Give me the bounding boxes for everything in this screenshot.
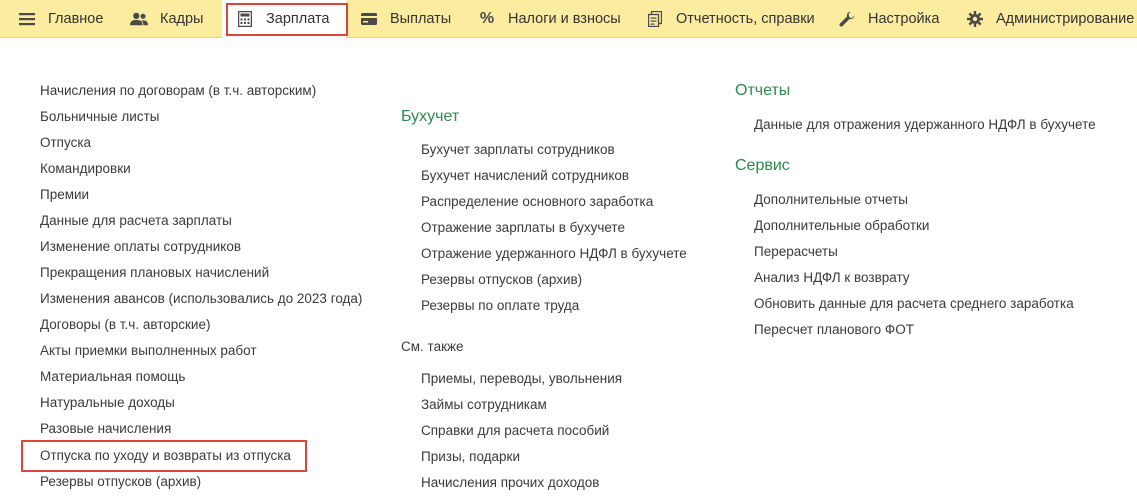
nav-item-glavnoe[interactable]: Главное: [18, 0, 103, 38]
nav-label: Настройка: [868, 11, 940, 27]
link-prekrascheniya-nachisleniy[interactable]: Прекращения плановых начислений: [40, 264, 269, 282]
gear-icon: [966, 10, 984, 28]
nav-label: Отчетность, справки: [676, 11, 815, 27]
see-also-title: См. также: [401, 339, 464, 354]
users-icon: [130, 10, 148, 28]
link-dogovory[interactable]: Договоры (в т.ч. авторские): [40, 316, 210, 334]
link-izmeneniya-avansov[interactable]: Изменения авансов (использовались до 202…: [40, 290, 362, 308]
link-priemy-perevody[interactable]: Приемы, переводы, увольнения: [421, 370, 622, 388]
nav-item-nalogi[interactable]: % Налоги и взносы: [478, 0, 621, 38]
nav-item-vyplaty[interactable]: Выплаты: [360, 0, 451, 38]
link-rezervy-otpuskov[interactable]: Резервы отпусков (архив): [421, 271, 582, 289]
link-akty-priemki[interactable]: Акты приемки выполненных работ: [40, 342, 257, 360]
link-dop-otchety[interactable]: Дополнительные отчеты: [754, 191, 908, 209]
top-nav-bar: Главное Кадры Зарплата Выплаты % Налоги …: [0, 0, 1137, 38]
link-pereraschety[interactable]: Перерасчеты: [754, 243, 838, 261]
nav-item-kadry[interactable]: Кадры: [130, 0, 203, 38]
section-title-buhuchet: Бухучет: [401, 108, 460, 125]
link-izmenenie-oplaty[interactable]: Изменение оплаты сотрудников: [40, 238, 241, 256]
link-premii[interactable]: Премии: [40, 186, 89, 204]
link-spravki-posobiy[interactable]: Справки для расчета пособий: [421, 422, 609, 440]
nav-item-nastroyka[interactable]: Настройка: [838, 0, 939, 38]
documents-icon: [646, 10, 664, 28]
link-otrazhenie-zarplaty[interactable]: Отражение зарплаты в бухучете: [421, 219, 625, 237]
link-naturalnye-dohody[interactable]: Натуральные доходы: [40, 394, 175, 412]
link-otrazhenie-ndfl[interactable]: Отражение удержанного НДФЛ в бухучете: [421, 245, 687, 263]
nav-label: Выплаты: [390, 11, 452, 27]
link-buhuchet-zarplaty[interactable]: Бухучет зарплаты сотрудников: [421, 141, 615, 159]
nav-item-zarplata[interactable]: Зарплата: [222, 0, 346, 38]
nav-label: Зарплата: [266, 11, 330, 27]
link-dop-obrabotki[interactable]: Дополнительные обработки: [754, 217, 929, 235]
nav-label: Администрирование: [996, 11, 1135, 27]
nav-label: Налоги и взносы: [508, 11, 621, 27]
link-pereschet-fot[interactable]: Пересчет планового ФОТ: [754, 321, 914, 339]
link-dannye-dlya-rascheta[interactable]: Данные для расчета зарплаты: [40, 212, 232, 230]
link-otpuska-po-uhodu[interactable]: Отпуска по уходу и возвраты из отпуска: [40, 447, 291, 465]
link-analiz-ndfl[interactable]: Анализ НДФЛ к возврату: [754, 269, 910, 287]
link-materialnaya-pomosch[interactable]: Материальная помощь: [40, 368, 185, 386]
nav-label: Кадры: [160, 11, 204, 27]
link-otpuska[interactable]: Отпуска: [40, 134, 91, 152]
calculator-icon: [236, 10, 254, 28]
link-zaymy[interactable]: Займы сотрудникам: [421, 396, 547, 414]
card-icon: [360, 10, 378, 28]
link-rezervy-po-oplate[interactable]: Резервы по оплате труда: [421, 297, 579, 315]
link-rezervy-otpuskov-arhiv[interactable]: Резервы отпусков (архив): [40, 473, 201, 491]
percent-icon: %: [479, 10, 495, 27]
menu-icon: [18, 10, 36, 28]
link-buhuchet-nachisleniy[interactable]: Бухучет начислений сотрудников: [421, 167, 629, 185]
nav-item-otchetnost[interactable]: Отчетность, справки: [646, 0, 815, 38]
section-title-otchety: Отчеты: [735, 82, 791, 99]
nav-item-administrirovanie[interactable]: Администрирование: [966, 0, 1134, 38]
wrench-icon: [838, 10, 856, 28]
link-nachisleniya-po-dogovoram[interactable]: Начисления по договорам (в т.ч. авторски…: [40, 82, 316, 100]
link-prizy-podarki[interactable]: Призы, подарки: [421, 448, 520, 466]
link-razovye-nachisleniya[interactable]: Разовые начисления: [40, 420, 171, 438]
section-title-servis: Сервис: [735, 157, 790, 174]
link-dannye-ndfl-buhuchet[interactable]: Данные для отражения удержанного НДФЛ в …: [754, 116, 1096, 134]
link-bolnichnye-listy[interactable]: Больничные листы: [40, 108, 159, 126]
nav-label: Главное: [48, 11, 104, 27]
link-raspredelenie-zarabotka[interactable]: Распределение основного заработка: [421, 193, 653, 211]
link-komandirovki[interactable]: Командировки: [40, 160, 131, 178]
link-nachisleniya-prochih[interactable]: Начисления прочих доходов: [421, 474, 599, 492]
link-obnovit-dannye[interactable]: Обновить данные для расчета среднего зар…: [754, 295, 1074, 313]
